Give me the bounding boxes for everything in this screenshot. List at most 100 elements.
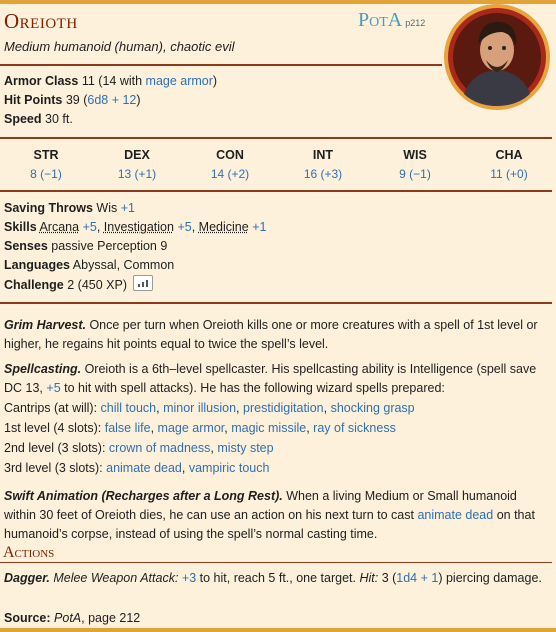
action-title: Dagger. [4, 571, 50, 585]
attack-type: Melee Weapon Attack: [53, 571, 179, 585]
spell-link[interactable]: misty step [217, 441, 273, 455]
hit-points-row: Hit Points 39 (6d8 + 12) [4, 91, 141, 110]
skill-arcana[interactable]: Arcana [39, 220, 79, 234]
divider [0, 562, 552, 563]
spell-link[interactable]: crown of madness [109, 441, 210, 455]
challenge-row: Challenge 2 (450 XP) [4, 275, 154, 295]
spell-link[interactable]: ray of sickness [313, 421, 396, 435]
hit-label: Hit: [359, 571, 379, 585]
hit-points-label: Hit Points [4, 93, 63, 107]
saving-throws-row: Saving Throws Wis +1 [4, 199, 135, 218]
senses-row: Senses passive Perception 9 [4, 237, 167, 256]
challenge-value: 2 (450 XP) [67, 278, 127, 292]
divider [0, 302, 552, 304]
source-book: PotA [54, 611, 82, 625]
ability-int[interactable]: INT 16 (+3) [283, 148, 363, 181]
languages-row: Languages Abyssal, Common [4, 256, 174, 275]
source-link[interactable]: PotA p212 [358, 9, 425, 32]
ability-key: INT [312, 148, 334, 162]
ability-value[interactable]: 16 (+3) [283, 167, 363, 181]
armor-class-value: 11 (14 with [81, 74, 146, 88]
speed-label: Speed [4, 112, 42, 126]
source-page-text: , page 212 [81, 611, 141, 625]
spell-link[interactable]: mage armor [158, 421, 225, 435]
spell-row-3rd: 3rd level (3 slots): animate dead, vampi… [4, 461, 270, 475]
spell-attack-bonus[interactable]: +5 [46, 381, 60, 395]
attack-bonus[interactable]: +3 [182, 571, 196, 585]
ability-wis[interactable]: WIS 9 (−1) [375, 148, 455, 181]
ability-key: DEX [124, 148, 150, 162]
senses-label: Senses [4, 239, 48, 253]
skill-investigation[interactable]: Investigation [104, 220, 174, 234]
ability-value[interactable]: 11 (+0) [469, 167, 549, 181]
action-dagger: Dagger. Melee Weapon Attack: +3 to hit, … [4, 569, 550, 588]
trait-text: to hit with spell attacks). He has the f… [60, 381, 445, 395]
armor-class-close: ) [212, 74, 218, 88]
languages-label: Languages [4, 258, 70, 272]
skills-label: Skills [4, 220, 37, 234]
trait-title: Spellcasting. [4, 362, 82, 376]
skills-row: Skills Arcana +5, Investigation +5, Medi… [4, 220, 267, 234]
hit-dice-roll[interactable]: 6d8 + 12 [87, 93, 136, 107]
bar-chart-icon[interactable] [133, 275, 154, 291]
divider [0, 64, 442, 66]
senses-value: passive Perception 9 [51, 239, 168, 253]
spell-link[interactable]: minor illusion [163, 401, 236, 415]
source-row: Source: PotA, page 212 [4, 609, 140, 628]
divider [0, 137, 552, 139]
trait-spellcasting: Spellcasting. Oreioth is a 6th–level spe… [4, 360, 550, 398]
source-page: p212 [405, 18, 426, 28]
spell-link[interactable]: animate dead [106, 461, 182, 475]
skill-medicine[interactable]: Medicine [199, 220, 249, 234]
saving-throw-bonus[interactable]: +1 [121, 201, 135, 215]
skill-bonus[interactable]: +5 [177, 220, 191, 234]
spell-link[interactable]: false life [105, 421, 151, 435]
skill-bonus[interactable]: +5 [83, 220, 97, 234]
saving-throws-label: Saving Throws [4, 201, 93, 215]
speed-value: 30 ft. [45, 112, 73, 126]
speed-row: Speed 30 ft. [4, 110, 73, 129]
spell-link[interactable]: animate dead [417, 508, 493, 522]
saving-throw-stat: Wis [96, 201, 121, 215]
ability-dex[interactable]: DEX 13 (+1) [97, 148, 177, 181]
spell-row-1st: 1st level (4 slots): false life, mage ar… [4, 421, 396, 435]
spell-row-cantrips: Cantrips (at will): chill touch, minor i… [4, 401, 415, 415]
trait-title: Grim Harvest. [4, 318, 86, 332]
damage-roll[interactable]: 1d4 + 1 [396, 571, 438, 585]
spell-link[interactable]: vampiric touch [189, 461, 270, 475]
creature-name: Oreioth [4, 9, 78, 33]
ability-value[interactable]: 13 (+1) [97, 167, 177, 181]
languages-value: Abyssal, Common [72, 258, 175, 272]
ability-key: STR [33, 148, 59, 162]
mage-armor-link[interactable]: mage armor [146, 74, 213, 88]
statblock: Oreioth PotA p212 Medium humanoid (human)… [0, 0, 556, 632]
ability-key: CHA [495, 148, 523, 162]
divider [0, 190, 552, 192]
spell-level-label: 3rd level (3 slots): [4, 461, 107, 475]
spell-level-label: 1st level (4 slots): [4, 421, 105, 435]
action-text: ) piercing damage. [438, 571, 542, 585]
spell-link[interactable]: chill touch [101, 401, 157, 415]
actions-heading: Actions [3, 544, 55, 561]
spell-link[interactable]: prestidigitation [243, 401, 324, 415]
portrait-token[interactable] [442, 2, 552, 112]
creature-subtype: Medium humanoid (human), chaotic evil [4, 39, 235, 54]
source-abbr[interactable]: PotA [358, 9, 402, 31]
action-text: to hit, reach 5 ft., one target. [196, 571, 360, 585]
ability-cha[interactable]: CHA 11 (+0) [469, 148, 549, 181]
ability-str[interactable]: STR 8 (−1) [6, 148, 86, 181]
armor-class-row: Armor Class 11 (14 with mage armor) [4, 72, 217, 91]
trait-grim-harvest: Grim Harvest. Once per turn when Oreioth… [4, 316, 550, 354]
ability-con[interactable]: CON 14 (+2) [190, 148, 270, 181]
source-label: Source: [4, 611, 51, 625]
spell-level-label: Cantrips (at will): [4, 401, 101, 415]
skill-bonus[interactable]: +1 [252, 220, 266, 234]
ability-value[interactable]: 14 (+2) [190, 167, 270, 181]
action-text: 3 ( [378, 571, 397, 585]
spell-link[interactable]: shocking grasp [331, 401, 415, 415]
trait-title: Swift Animation (Recharges after a Long … [4, 489, 283, 503]
ability-value[interactable]: 8 (−1) [6, 167, 86, 181]
armor-class-label: Armor Class [4, 74, 79, 88]
spell-link[interactable]: magic missile [231, 421, 306, 435]
ability-value[interactable]: 9 (−1) [375, 167, 455, 181]
